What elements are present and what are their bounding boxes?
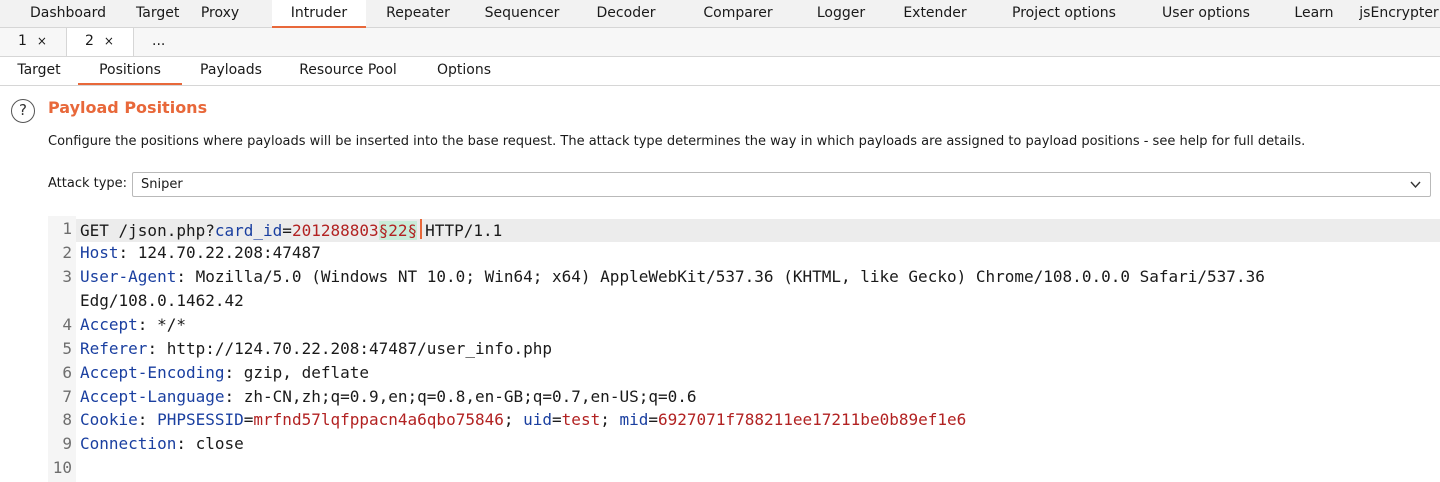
payload-marker[interactable]: §22§ bbox=[378, 221, 418, 240]
cookie-separator: : bbox=[137, 410, 158, 429]
header-value: : 124.70.22.208:47487 bbox=[118, 243, 321, 262]
line-number: 9 bbox=[62, 434, 72, 453]
header-key: User-Agent bbox=[80, 267, 177, 286]
header-line: Accept: */* bbox=[80, 315, 186, 334]
attack-tab-label: 1 bbox=[18, 33, 27, 49]
line-number: 4 bbox=[62, 315, 72, 334]
header-value: : Mozilla/5.0 (Windows NT 10.0; Win64; x… bbox=[176, 267, 1265, 286]
header-key: Cookie bbox=[80, 410, 138, 429]
header-line: Accept-Encoding: gzip, deflate bbox=[80, 363, 369, 382]
intruder-tab-bar: Target Positions Payloads Resource Pool … bbox=[0, 57, 1440, 86]
header-key: Connection bbox=[80, 434, 177, 453]
attack-tab-bar: 1 × 2 × ... bbox=[0, 28, 1440, 57]
close-icon[interactable]: × bbox=[37, 34, 47, 48]
tab-intruder-target[interactable]: Target bbox=[0, 57, 78, 85]
line-number: 6 bbox=[62, 363, 72, 382]
tab-comparer[interactable]: Comparer bbox=[678, 0, 798, 28]
chevron-down-icon bbox=[1410, 181, 1421, 189]
attack-type-select[interactable]: Sniper bbox=[132, 172, 1431, 197]
attack-type-label: Attack type: bbox=[48, 176, 128, 191]
cookie-equals: = bbox=[552, 410, 562, 429]
cookie-semicolon: ; bbox=[600, 410, 620, 429]
line-number: 8 bbox=[62, 410, 72, 429]
request-editor[interactable]: 1 2 3 4 5 6 7 8 9 10 GET /json.php?card_… bbox=[48, 216, 1440, 482]
line-number: 7 bbox=[62, 387, 72, 406]
cookie-semicolon: ; bbox=[503, 410, 524, 429]
cookie-value: test bbox=[561, 410, 601, 429]
header-line: Accept-Language: zh-CN,zh;q=0.9,en;q=0.8… bbox=[80, 387, 697, 406]
line-number: 10 bbox=[52, 458, 72, 477]
line-number: 3 bbox=[62, 267, 72, 286]
tab-positions[interactable]: Positions bbox=[78, 57, 182, 85]
tab-learn[interactable]: Learn bbox=[1270, 0, 1358, 28]
cookie-equals: = bbox=[243, 410, 254, 429]
param-name: card_id bbox=[214, 221, 283, 240]
line-number: 2 bbox=[62, 243, 72, 262]
param-value: 201288803 bbox=[291, 221, 379, 240]
text-caret bbox=[420, 219, 423, 239]
cookie-value: 6927071f788211ee17211be0b89ef1e6 bbox=[658, 410, 967, 429]
tab-intruder[interactable]: Intruder bbox=[272, 0, 366, 28]
tab-target[interactable]: Target bbox=[136, 0, 179, 28]
tab-sequencer[interactable]: Sequencer bbox=[470, 0, 574, 28]
header-value: : close bbox=[176, 434, 244, 453]
attack-type-value: Sniper bbox=[141, 177, 183, 192]
header-value: : gzip, deflate bbox=[224, 363, 370, 382]
header-value: : */* bbox=[137, 315, 186, 334]
main-tab-bar: Dashboard Target Proxy Intruder Repeater… bbox=[0, 0, 1440, 28]
header-line: Referer: http://124.70.22.208:47487/user… bbox=[80, 339, 552, 358]
attack-tab-label: 2 bbox=[85, 33, 94, 49]
line-number: 5 bbox=[62, 339, 72, 358]
attack-tab-2[interactable]: 2 × bbox=[66, 28, 134, 56]
header-key: Referer bbox=[80, 339, 148, 358]
request-line: GET /json.php?card_id=201288803§22§ HTTP/… bbox=[80, 219, 502, 240]
help-icon[interactable]: ? bbox=[11, 99, 35, 123]
header-value: : http://124.70.22.208:47487/user_info.p… bbox=[147, 339, 553, 358]
header-key: Accept-Encoding bbox=[80, 363, 225, 382]
line-number: 1 bbox=[62, 219, 72, 238]
attack-tab-1[interactable]: 1 × bbox=[0, 28, 66, 56]
tab-user-options[interactable]: User options bbox=[1142, 0, 1270, 28]
tab-proxy[interactable]: Proxy bbox=[168, 0, 272, 28]
cookie-name: uid bbox=[523, 410, 553, 429]
cookie-name: mid bbox=[619, 410, 649, 429]
header-line: Host: 124.70.22.208:47487 bbox=[80, 243, 321, 262]
header-value: : zh-CN,zh;q=0.9,en;q=0.8,en-GB;q=0.7,en… bbox=[224, 387, 697, 406]
section-description: Configure the positions where payloads w… bbox=[48, 134, 1306, 149]
tab-project-options[interactable]: Project options bbox=[986, 0, 1142, 28]
cookie-line: Cookie: PHPSESSID=mrfnd57lqfppacn4a6qbo7… bbox=[80, 410, 966, 429]
header-line: User-Agent: Mozilla/5.0 (Windows NT 10.0… bbox=[80, 267, 1265, 286]
new-attack-tab[interactable]: ... bbox=[134, 28, 192, 56]
http-version: HTTP/1.1 bbox=[425, 221, 503, 240]
tab-dashboard[interactable]: Dashboard bbox=[0, 0, 136, 28]
header-key: Host bbox=[80, 243, 119, 262]
header-key: Accept bbox=[80, 315, 138, 334]
tab-decoder[interactable]: Decoder bbox=[574, 0, 678, 28]
header-line-wrap: Edg/108.0.1462.42 bbox=[80, 291, 244, 310]
close-icon[interactable]: × bbox=[104, 34, 114, 48]
header-line: Connection: close bbox=[80, 434, 244, 453]
tab-payloads[interactable]: Payloads bbox=[182, 57, 280, 85]
tab-options[interactable]: Options bbox=[416, 57, 512, 85]
tab-jsencrypter[interactable]: jsEncrypter bbox=[1358, 0, 1440, 28]
cookie-value: mrfnd57lqfppacn4a6qbo75846 bbox=[253, 410, 504, 429]
header-key: Accept-Language bbox=[80, 387, 225, 406]
request-method: GET /json.php? bbox=[80, 221, 215, 240]
tab-extender[interactable]: Extender bbox=[884, 0, 986, 28]
tab-resource-pool[interactable]: Resource Pool bbox=[280, 57, 416, 85]
cookie-name: PHPSESSID bbox=[157, 410, 244, 429]
tab-repeater[interactable]: Repeater bbox=[366, 0, 470, 28]
cookie-equals: = bbox=[648, 410, 659, 429]
section-title: Payload Positions bbox=[48, 98, 208, 117]
tab-logger[interactable]: Logger bbox=[798, 0, 884, 28]
param-equals: = bbox=[282, 221, 292, 240]
